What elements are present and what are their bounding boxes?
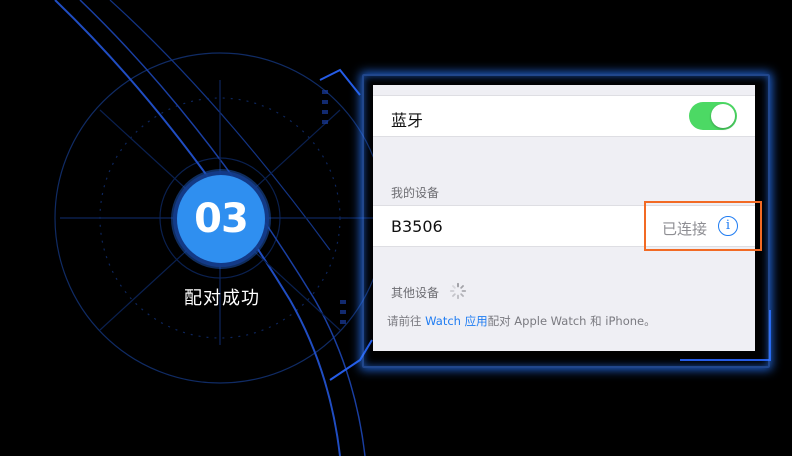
- footer-prefix: 请前往: [387, 314, 422, 328]
- bluetooth-row: 蓝牙: [373, 95, 755, 137]
- toggle-knob: [711, 104, 735, 128]
- other-devices-header: 其他设备: [391, 286, 440, 300]
- bluetooth-toggle[interactable]: [689, 102, 737, 130]
- bluetooth-label: 蓝牙: [391, 111, 424, 130]
- footer-note: 请前往 Watch 应用配对 Apple Watch 和 iPhone。: [387, 313, 656, 329]
- watch-app-link[interactable]: Watch 应用: [425, 314, 487, 328]
- spinner-icon: [449, 282, 467, 300]
- step-badge: 03: [177, 175, 265, 263]
- step-number: 03: [194, 196, 249, 242]
- my-devices-header: 我的设备: [391, 186, 440, 200]
- footer-suffix: 配对 Apple Watch 和 iPhone。: [487, 314, 656, 328]
- device-name: B3506: [391, 217, 443, 236]
- status-highlight-box: [644, 201, 762, 251]
- step-title: 配对成功: [184, 288, 260, 309]
